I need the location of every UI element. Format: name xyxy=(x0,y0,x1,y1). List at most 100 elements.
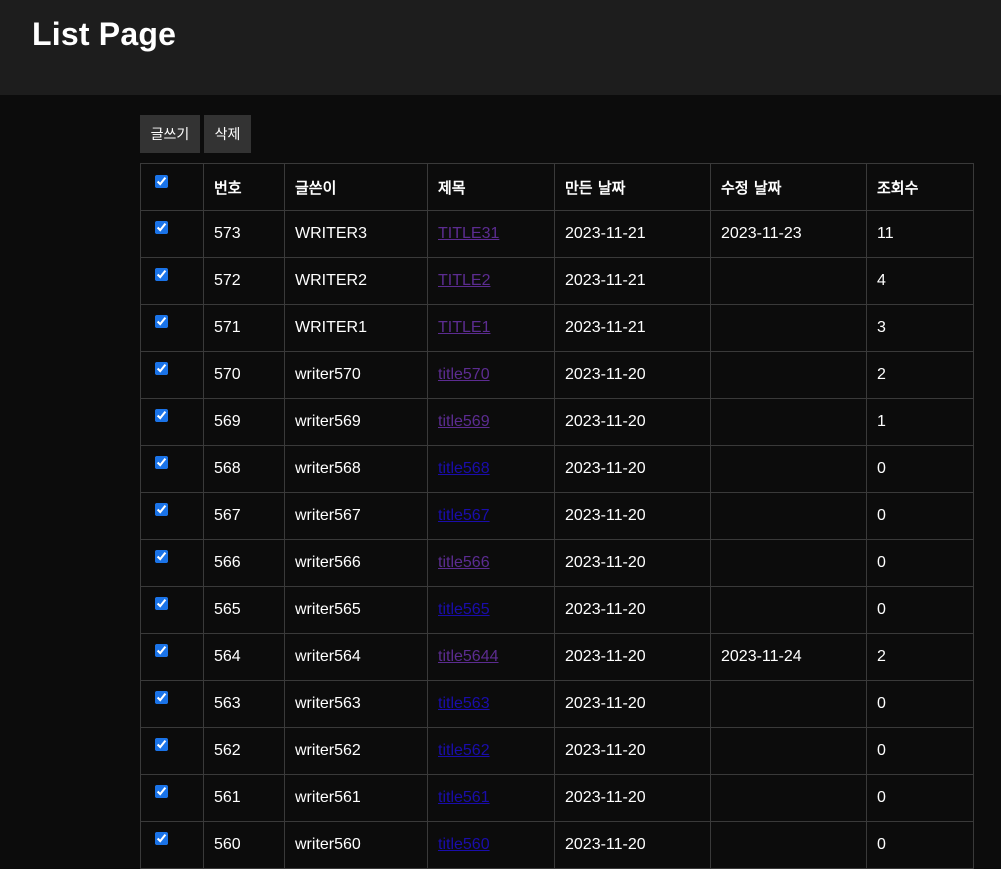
row-checkbox[interactable] xyxy=(155,832,168,845)
cell-created-date: 2023-11-21 xyxy=(554,210,711,258)
row-select-cell xyxy=(140,821,204,869)
row-select-cell xyxy=(140,210,204,258)
table-row: 569 writer569 title569 2023-11-20 1 xyxy=(140,398,974,446)
row-checkbox[interactable] xyxy=(155,362,168,375)
cell-number: 568 xyxy=(203,445,285,493)
cell-views: 2 xyxy=(866,633,974,681)
title-link[interactable]: title566 xyxy=(438,554,490,571)
cell-views: 2 xyxy=(866,351,974,399)
title-link[interactable]: title5644 xyxy=(438,648,499,665)
cell-views: 0 xyxy=(866,774,974,822)
title-link[interactable]: TITLE2 xyxy=(438,272,490,289)
cell-updated-date xyxy=(710,257,867,305)
title-link[interactable]: title563 xyxy=(438,695,490,712)
cell-writer: writer561 xyxy=(284,774,428,822)
cell-views: 1 xyxy=(866,398,974,446)
cell-created-date: 2023-11-21 xyxy=(554,257,711,305)
cell-writer: writer566 xyxy=(284,539,428,587)
cell-title: TITLE31 xyxy=(427,210,555,258)
cell-writer: writer567 xyxy=(284,492,428,540)
cell-views: 3 xyxy=(866,304,974,352)
cell-writer: writer565 xyxy=(284,586,428,634)
row-select-cell xyxy=(140,727,204,775)
row-checkbox[interactable] xyxy=(155,597,168,610)
column-header-writer: 글쓴이 xyxy=(284,163,428,211)
title-link[interactable]: TITLE31 xyxy=(438,225,499,242)
column-header-number: 번호 xyxy=(203,163,285,211)
cell-views: 0 xyxy=(866,445,974,493)
cell-writer: writer570 xyxy=(284,351,428,399)
row-checkbox[interactable] xyxy=(155,456,168,469)
title-link[interactable]: title561 xyxy=(438,789,490,806)
cell-number: 563 xyxy=(203,680,285,728)
row-checkbox[interactable] xyxy=(155,550,168,563)
row-checkbox[interactable] xyxy=(155,268,168,281)
table-row: 561 writer561 title561 2023-11-20 0 xyxy=(140,774,974,822)
table-row: 568 writer568 title568 2023-11-20 0 xyxy=(140,445,974,493)
table-header-row: 번호 글쓴이 제목 만든 날짜 수정 날짜 조회수 xyxy=(140,163,974,211)
cell-created-date: 2023-11-20 xyxy=(554,680,711,728)
row-checkbox[interactable] xyxy=(155,503,168,516)
select-all-cell xyxy=(140,163,204,211)
title-link[interactable]: TITLE1 xyxy=(438,319,490,336)
title-link[interactable]: title570 xyxy=(438,366,490,383)
row-checkbox[interactable] xyxy=(155,409,168,422)
row-checkbox[interactable] xyxy=(155,691,168,704)
cell-views: 0 xyxy=(866,539,974,587)
cell-writer: writer568 xyxy=(284,445,428,493)
title-link[interactable]: title560 xyxy=(438,836,490,853)
cell-title: title569 xyxy=(427,398,555,446)
row-checkbox[interactable] xyxy=(155,644,168,657)
cell-created-date: 2023-11-20 xyxy=(554,586,711,634)
cell-updated-date xyxy=(710,304,867,352)
table-body: 573 WRITER3 TITLE31 2023-11-21 2023-11-23 11 5… xyxy=(140,210,974,869)
select-all-checkbox[interactable] xyxy=(155,175,168,188)
title-link[interactable]: title565 xyxy=(438,601,490,618)
row-checkbox[interactable] xyxy=(155,785,168,798)
cell-views: 0 xyxy=(866,821,974,869)
cell-updated-date xyxy=(710,586,867,634)
cell-updated-date xyxy=(710,445,867,493)
cell-number: 573 xyxy=(203,210,285,258)
row-select-cell xyxy=(140,539,204,587)
row-select-cell xyxy=(140,680,204,728)
write-button[interactable]: 글쓰기 xyxy=(140,115,200,153)
cell-views: 11 xyxy=(866,210,974,258)
title-link[interactable]: title568 xyxy=(438,460,490,477)
column-header-updated: 수정 날짜 xyxy=(710,163,867,211)
title-link[interactable]: title562 xyxy=(438,742,490,759)
cell-created-date: 2023-11-20 xyxy=(554,351,711,399)
cell-title: TITLE1 xyxy=(427,304,555,352)
cell-title: title567 xyxy=(427,492,555,540)
cell-writer: writer564 xyxy=(284,633,428,681)
cell-updated-date xyxy=(710,680,867,728)
table-row: 570 writer570 title570 2023-11-20 2 xyxy=(140,351,974,399)
delete-button[interactable]: 삭제 xyxy=(204,115,251,153)
cell-updated-date xyxy=(710,492,867,540)
page-header: List Page xyxy=(0,0,1001,95)
cell-updated-date xyxy=(710,774,867,822)
row-select-cell xyxy=(140,398,204,446)
row-checkbox[interactable] xyxy=(155,315,168,328)
cell-updated-date xyxy=(710,821,867,869)
cell-created-date: 2023-11-20 xyxy=(554,492,711,540)
cell-updated-date xyxy=(710,351,867,399)
title-link[interactable]: title569 xyxy=(438,413,490,430)
cell-created-date: 2023-11-20 xyxy=(554,445,711,493)
cell-number: 569 xyxy=(203,398,285,446)
cell-number: 567 xyxy=(203,492,285,540)
title-link[interactable]: title567 xyxy=(438,507,490,524)
row-checkbox[interactable] xyxy=(155,221,168,234)
cell-created-date: 2023-11-20 xyxy=(554,398,711,446)
cell-updated-date: 2023-11-23 xyxy=(710,210,867,258)
cell-title: title560 xyxy=(427,821,555,869)
table-row: 562 writer562 title562 2023-11-20 0 xyxy=(140,727,974,775)
cell-created-date: 2023-11-20 xyxy=(554,633,711,681)
cell-number: 565 xyxy=(203,586,285,634)
cell-created-date: 2023-11-20 xyxy=(554,821,711,869)
page-title: List Page xyxy=(32,16,177,52)
cell-views: 0 xyxy=(866,680,974,728)
row-checkbox[interactable] xyxy=(155,738,168,751)
cell-number: 564 xyxy=(203,633,285,681)
cell-number: 570 xyxy=(203,351,285,399)
